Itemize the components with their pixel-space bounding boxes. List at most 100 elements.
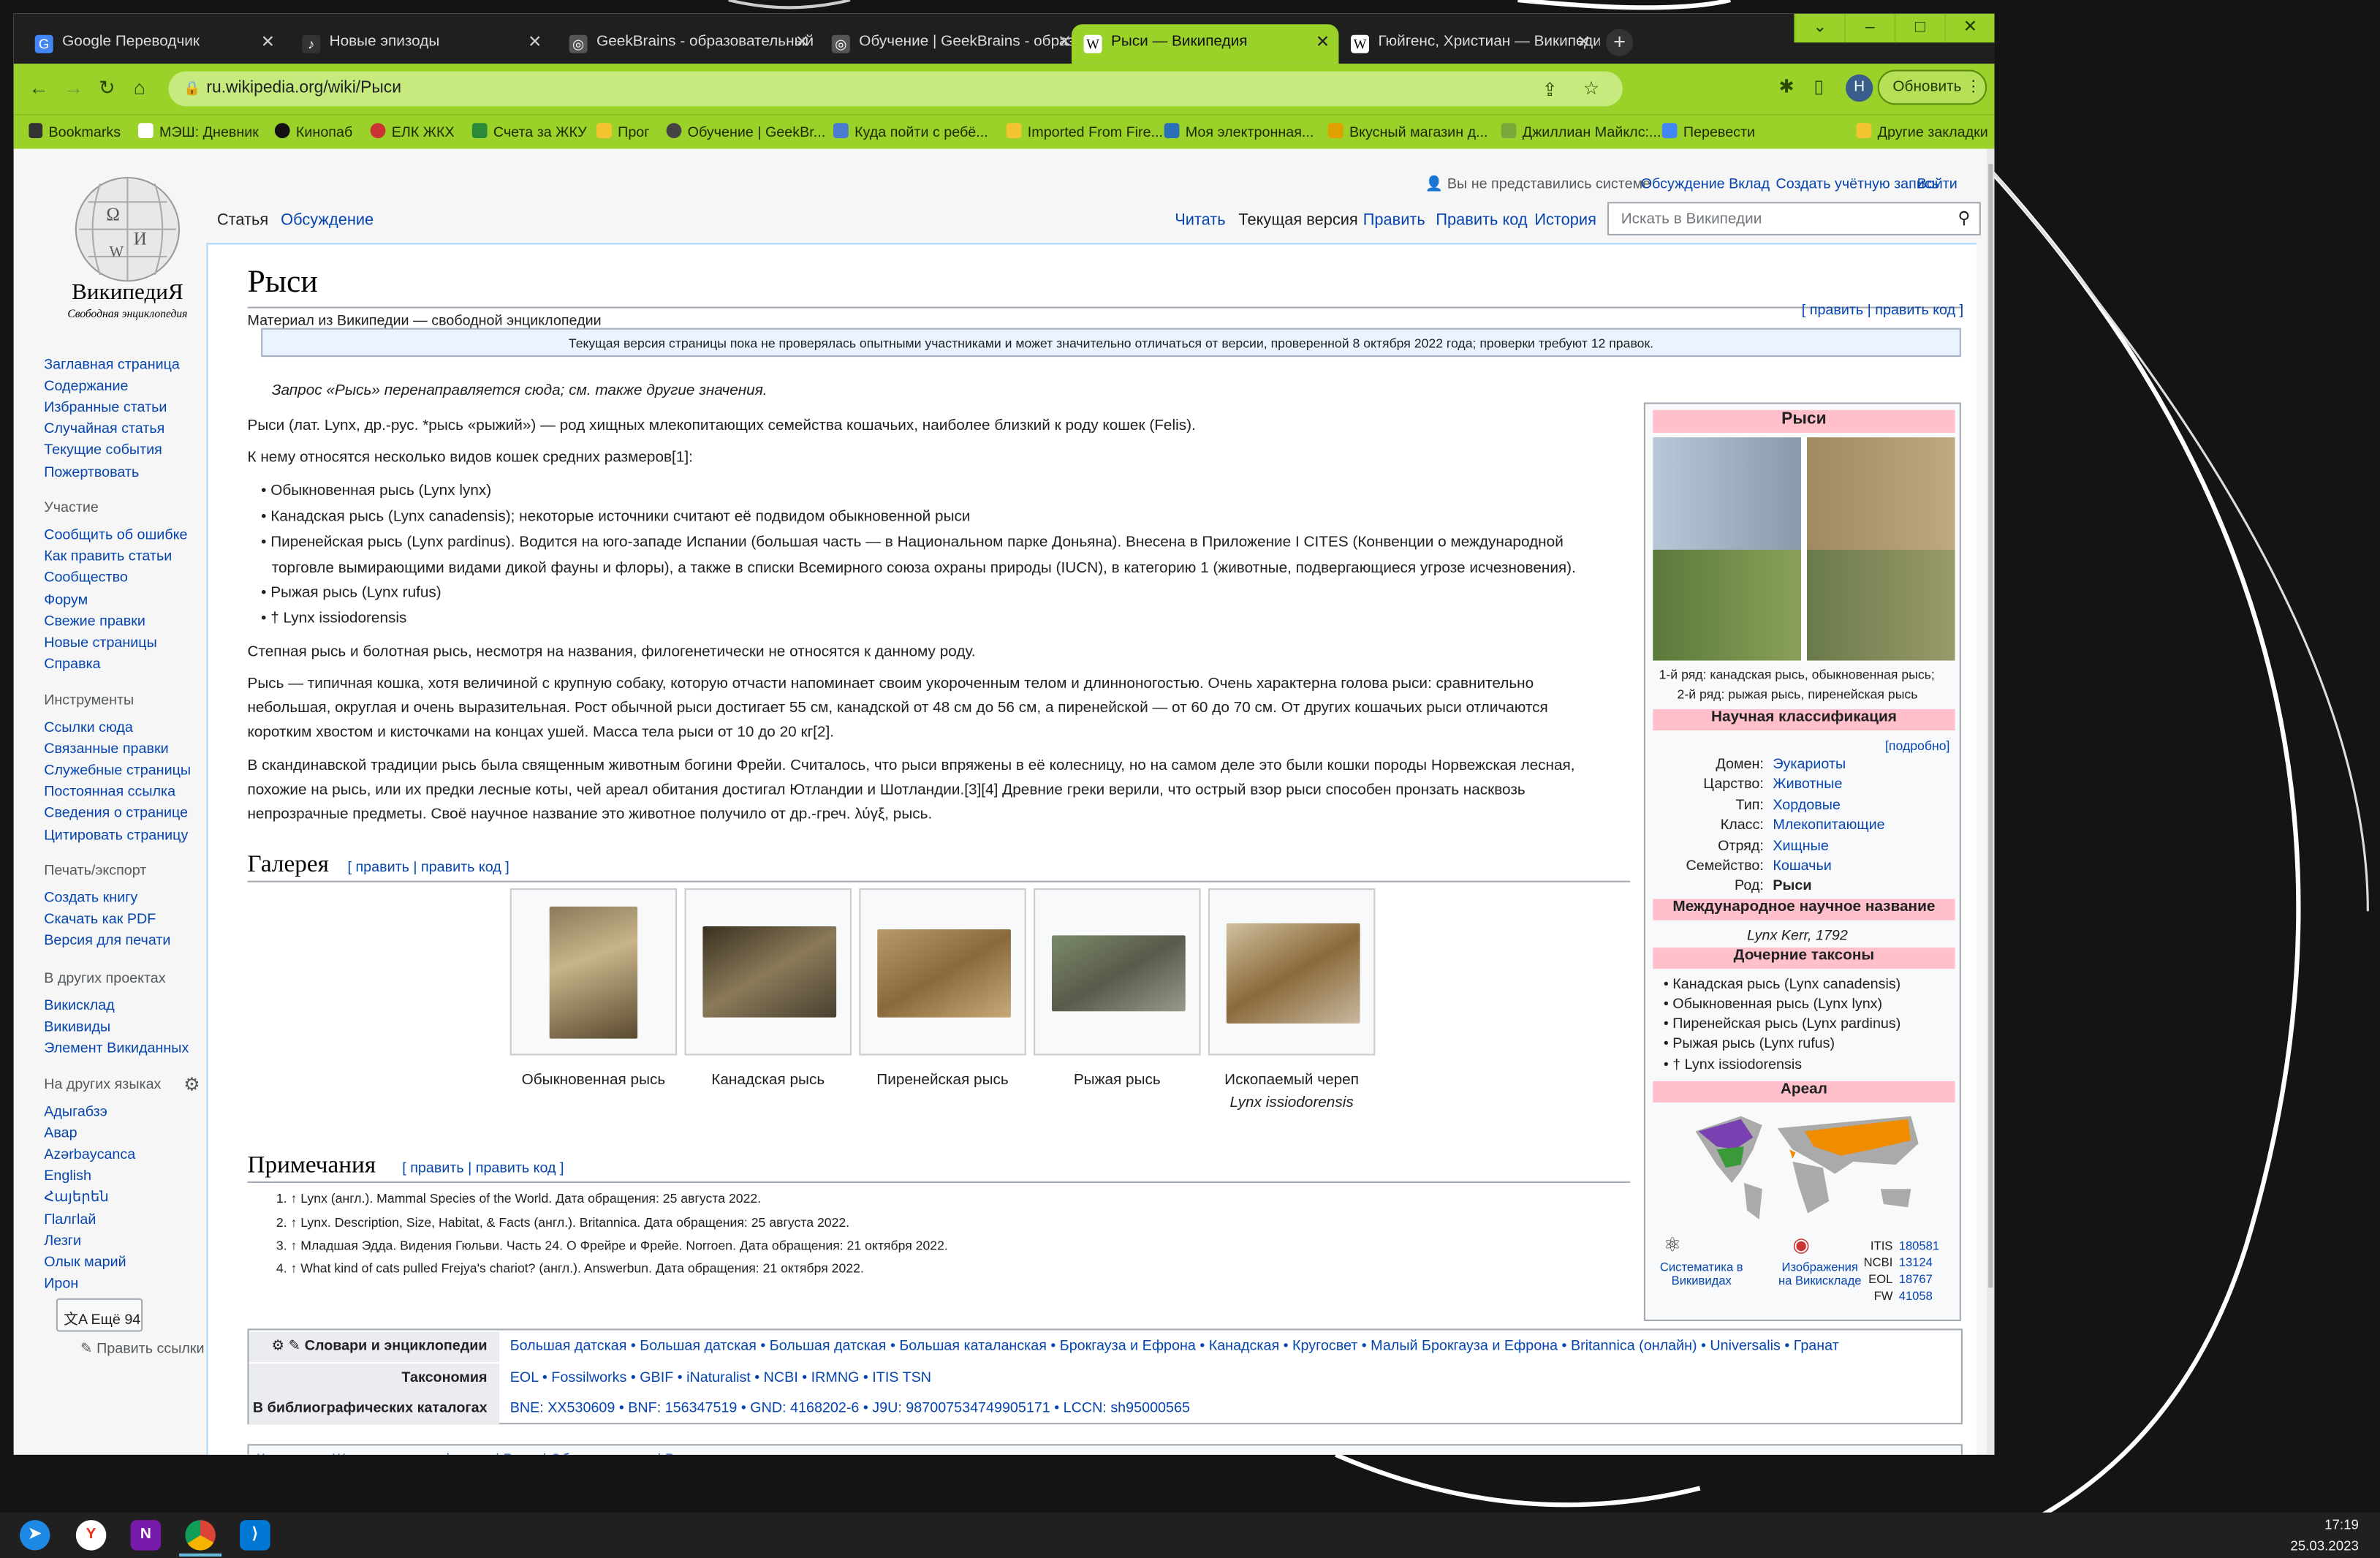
tab-new-episodes[interactable]: ♪ Новые эпизоды ✕ bbox=[290, 24, 551, 64]
tab-article[interactable]: Статья bbox=[217, 211, 268, 230]
share-icon[interactable]: ⇪ bbox=[1542, 79, 1558, 100]
tab-history[interactable]: История bbox=[1534, 211, 1596, 230]
bookmark-star-icon[interactable]: ☆ bbox=[1583, 77, 1599, 99]
sidebar-link[interactable]: Заглавная страница bbox=[44, 357, 180, 374]
sidebar-link[interactable]: Олык марий bbox=[44, 1254, 126, 1271]
tab-current-version[interactable]: Текущая версия bbox=[1238, 211, 1357, 230]
extensions-icon[interactable]: ✱ bbox=[1779, 76, 1795, 97]
tab-edit[interactable]: Править bbox=[1363, 211, 1425, 230]
reload-icon[interactable]: ↻ bbox=[99, 76, 115, 100]
wikipedia-logo[interactable]: Ω И W ВикипедиЯ Свободная энциклопедия bbox=[52, 169, 204, 320]
sidebar-link[interactable]: Авар bbox=[44, 1125, 77, 1142]
db-id-value[interactable]: 13124 bbox=[1899, 1256, 1933, 1270]
sidebar-link[interactable]: Новые страницы bbox=[44, 635, 157, 651]
commons-icon[interactable]: ◉ bbox=[1792, 1233, 1810, 1258]
sidebar-link[interactable]: Пожертвовать bbox=[44, 464, 139, 481]
db-id-value[interactable]: 18767 bbox=[1899, 1273, 1933, 1287]
bookmark-item[interactable]: Джиллиан Майклс:... bbox=[1501, 123, 1661, 141]
navbox-links[interactable]: Большая датская • Большая датская • Боль… bbox=[510, 1338, 1839, 1355]
settings-icon[interactable]: ⚙ ✎ bbox=[271, 1338, 300, 1355]
sidebar-link[interactable]: Հայերեն bbox=[44, 1190, 109, 1206]
bookmark-item[interactable]: Вкусный магазин д... bbox=[1327, 123, 1488, 141]
vscode-icon[interactable]: ⟩ bbox=[240, 1520, 270, 1551]
sidebar-link[interactable]: Связанные правки bbox=[44, 741, 168, 758]
sidebar-link[interactable]: Ирон bbox=[44, 1275, 78, 1292]
tab-geekbrains-learning[interactable]: ◎ Обучение | GeekBrains - образо ✕ bbox=[819, 24, 1080, 64]
bookmark-item[interactable]: Прог bbox=[596, 123, 649, 141]
yandex-icon[interactable]: Y bbox=[75, 1520, 107, 1551]
details-link[interactable]: [подробно] bbox=[1885, 738, 1949, 753]
gallery-image[interactable] bbox=[509, 888, 678, 1056]
login-link[interactable]: Войти bbox=[1917, 176, 1958, 193]
sidebar-link[interactable]: Azərbaycanca bbox=[44, 1147, 135, 1164]
sidebar-link[interactable]: Постоянная ссылка bbox=[44, 784, 175, 801]
sidebar-link[interactable]: Элемент Викиданных bbox=[44, 1040, 189, 1057]
sidebar-link[interactable]: Как править статьи bbox=[44, 548, 172, 565]
sidebar-link[interactable]: Версия для печати bbox=[44, 933, 170, 950]
create-account-link[interactable]: Создать учётную запись bbox=[1776, 176, 1940, 193]
taxon-value[interactable]: Эукариоты bbox=[1773, 756, 1846, 773]
sidebar-link[interactable]: Гӏалгӏай bbox=[44, 1211, 96, 1228]
onenote-icon[interactable]: N bbox=[130, 1520, 162, 1551]
sidebar-link[interactable]: Случайная статья bbox=[44, 421, 164, 438]
wikispecies-link[interactable]: Систематика в Викивидах bbox=[1656, 1260, 1747, 1287]
wikispecies-icon[interactable]: ⚛ bbox=[1664, 1233, 1681, 1258]
bookmark-item[interactable]: Моя электронная... bbox=[1164, 123, 1314, 141]
close-tab-icon[interactable]: ✕ bbox=[1577, 32, 1591, 52]
back-icon[interactable]: ← bbox=[29, 76, 48, 99]
clock-date[interactable]: 25.03.2023 bbox=[2290, 1538, 2359, 1554]
close-window-icon[interactable]: ✕ bbox=[1944, 13, 1995, 43]
sidebar-link[interactable]: Ссылки сюда bbox=[44, 719, 133, 736]
range-map[interactable] bbox=[1683, 1104, 1926, 1225]
bookmark-item[interactable]: Imported From Fire... bbox=[1006, 123, 1163, 141]
more-languages-button[interactable]: 文A Ещё 94 bbox=[56, 1298, 143, 1332]
taxon-value[interactable]: Хищные bbox=[1773, 838, 1828, 855]
maximize-icon[interactable]: □ bbox=[1894, 13, 1944, 43]
edit-notes-link[interactable]: [ править | править код ] bbox=[402, 1160, 564, 1177]
gallery-image[interactable] bbox=[859, 888, 1026, 1056]
sidebar-link[interactable]: Скачать как PDF bbox=[44, 911, 156, 928]
gallery-image[interactable] bbox=[1034, 888, 1201, 1056]
sidebar-link[interactable]: Сведения о странице bbox=[44, 806, 188, 823]
sidepanel-icon[interactable]: ▯ bbox=[1814, 76, 1824, 97]
sidebar-link[interactable]: Служебные страницы bbox=[44, 763, 191, 779]
bookmark-item[interactable]: Bookmarks bbox=[29, 123, 121, 141]
close-tab-icon[interactable]: ✕ bbox=[528, 32, 542, 52]
sidebar-link[interactable]: Избранные статьи bbox=[44, 400, 167, 417]
close-tab-icon[interactable]: ✕ bbox=[1316, 32, 1330, 52]
sidebar-link[interactable]: Справка bbox=[44, 657, 100, 673]
sidebar-link[interactable]: Лезги bbox=[44, 1233, 81, 1249]
tab-geekbrains[interactable]: ◎ GeekBrains - образовательный ✕ bbox=[557, 24, 818, 64]
taxon-value[interactable]: Кошачьи bbox=[1773, 858, 1831, 875]
infobox-image-bottom[interactable] bbox=[1653, 549, 1955, 661]
sidebar-link[interactable]: Цитировать страницу bbox=[44, 827, 188, 844]
child-taxon[interactable]: • Канадская рысь (Lynx canadensis) bbox=[1664, 977, 1900, 994]
sidebar-link[interactable]: Сообщество bbox=[44, 570, 128, 587]
edit-interlanguage-links[interactable]: ✎ Править ссылки bbox=[80, 1341, 205, 1358]
scrollbar-thumb[interactable] bbox=[1988, 164, 1993, 1288]
home-icon[interactable]: ⌂ bbox=[134, 76, 145, 99]
close-tab-icon[interactable]: ✕ bbox=[261, 32, 275, 52]
tab-lynx-wikipedia[interactable]: W Рыси — Википедия ✕ bbox=[1072, 24, 1339, 64]
bookmark-item[interactable]: Куда пойти с ребё... bbox=[833, 123, 988, 141]
child-taxon[interactable]: • Обыкновенная рысь (Lynx lynx) bbox=[1664, 997, 1882, 1013]
taxon-value[interactable]: Млекопитающие bbox=[1773, 817, 1884, 834]
tab-huygens-wikipedia[interactable]: W Гюйгенс, Христиан — Википеди ✕ bbox=[1338, 24, 1600, 64]
navbox-links[interactable]: EOL • Fossilworks • GBIF • iNaturalist •… bbox=[510, 1369, 931, 1386]
sidebar-link[interactable]: Форум bbox=[44, 591, 88, 608]
navbox-links[interactable]: BNE: XX530609 • BNF: 156347519 • GND: 41… bbox=[510, 1400, 1190, 1417]
tab-talk[interactable]: Обсуждение bbox=[281, 211, 374, 230]
taxon-value[interactable]: Хордовые bbox=[1773, 797, 1841, 814]
close-tab-icon[interactable]: ✕ bbox=[795, 32, 809, 52]
minimize-icon[interactable]: – bbox=[1843, 13, 1895, 43]
sidebar-link[interactable]: Содержание bbox=[44, 378, 128, 395]
search-input[interactable]: Искать в Википедии ⚲ bbox=[1607, 202, 1981, 235]
categories-box[interactable]: Категории: Животные по алфавиту | Рыси |… bbox=[247, 1444, 1963, 1455]
bookmark-item[interactable]: Обучение | GeekBr... bbox=[666, 123, 825, 141]
tab-edit-source[interactable]: Править код bbox=[1436, 211, 1527, 230]
child-taxon[interactable]: • Рыжая рысь (Lynx rufus) bbox=[1664, 1036, 1835, 1053]
gallery-image[interactable] bbox=[1208, 888, 1376, 1056]
tab-search-icon[interactable]: ⌄ bbox=[1794, 13, 1844, 43]
telegram-icon[interactable]: ➤ bbox=[19, 1520, 50, 1551]
bookmark-item[interactable]: МЭШ: Дневник bbox=[137, 123, 259, 141]
